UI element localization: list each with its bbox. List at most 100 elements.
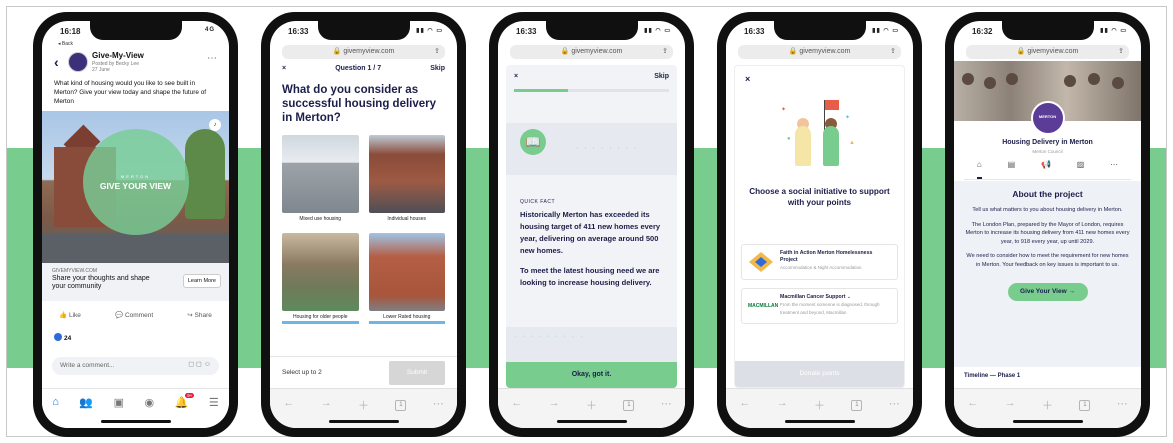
- forward-icon[interactable]: →: [774, 397, 790, 428]
- tabs-icon[interactable]: 1: [393, 397, 409, 428]
- status-time: 16:32: [972, 27, 993, 36]
- tab-announce-icon[interactable]: 📢: [1041, 160, 1051, 179]
- forward-icon[interactable]: →: [546, 397, 562, 428]
- tabs-icon[interactable]: 1: [849, 397, 865, 428]
- give-your-view-button[interactable]: Give Your View →: [1007, 283, 1088, 301]
- status-time: 16:33: [516, 27, 537, 36]
- more-icon[interactable]: ⋯: [1114, 397, 1130, 428]
- back-icon[interactable]: ←: [281, 397, 297, 428]
- question-header: × Question 1 / 7 Skip: [282, 65, 445, 72]
- chevron-down-icon[interactable]: ⌄: [847, 294, 851, 300]
- quick-fact-label: QUICK FACT: [520, 199, 556, 205]
- new-tab-icon[interactable]: ＋: [355, 397, 371, 428]
- new-tab-icon[interactable]: ＋: [811, 397, 827, 428]
- home-icon[interactable]: ⌂: [52, 396, 59, 428]
- ad-link-card[interactable]: GIVEMYVIEW.COM Share your thoughts and s…: [42, 263, 229, 301]
- tree-image: [185, 129, 225, 219]
- thumbs-up-icon: 👍: [59, 312, 69, 319]
- more-icon[interactable]: ⋯: [886, 397, 902, 428]
- phone-quick-fact: 16:33 ▮▮ ◠ ▭ 🔒 givemyview.com ⇪ × Skip · …: [489, 12, 694, 437]
- forward-icon[interactable]: →: [1002, 397, 1018, 428]
- like-button[interactable]: 👍 Like: [59, 311, 81, 319]
- page-name[interactable]: Give-My-View: [92, 51, 144, 60]
- submit-button[interactable]: Submit: [389, 361, 445, 385]
- friends-icon[interactable]: 👥: [79, 396, 93, 428]
- tabs-icon[interactable]: 1: [621, 397, 637, 428]
- back-to-app-link[interactable]: ◂ Back: [58, 41, 73, 47]
- status-time: 16:33: [288, 27, 309, 36]
- initiative-option-macmillan[interactable]: MACMILLAN Macmillan Cancer Support ⌄ Fro…: [741, 288, 898, 324]
- learn-more-button[interactable]: Learn More: [182, 274, 221, 288]
- org-description: Accommodation & Night Accommodation: [780, 265, 862, 270]
- celebration-illustration: ✦ ✦ ● ▲: [779, 96, 859, 176]
- page-avatar[interactable]: [68, 52, 88, 72]
- sound-icon[interactable]: ♪: [209, 119, 221, 131]
- share-label: Share: [194, 312, 212, 319]
- share-icon[interactable]: ⇪: [1118, 45, 1124, 59]
- timeline-heading: Timeline — Phase 1: [964, 373, 1021, 379]
- option-older-people[interactable]: Housing for older people: [282, 233, 359, 325]
- comment-input[interactable]: Write a comment... ◻◻☺: [52, 357, 219, 375]
- tab-more-icon[interactable]: ⋯: [1110, 160, 1118, 179]
- macmillan-logo-icon: MACMILLAN: [748, 303, 779, 309]
- url-text: givemyview.com: [799, 48, 851, 55]
- link-title: Share your thoughts and shape your commu…: [52, 275, 150, 290]
- comment-tools-icons[interactable]: ◻◻☺: [188, 360, 213, 368]
- groups-icon[interactable]: ◉: [145, 396, 155, 428]
- lock-icon: 🔒: [788, 48, 800, 55]
- okay-got-it-button[interactable]: Okay, got it.: [506, 362, 677, 388]
- new-tab-icon[interactable]: ＋: [583, 397, 599, 428]
- tab-gallery-icon[interactable]: ▨: [1077, 160, 1085, 179]
- notifications-icon[interactable]: 🔔 9+: [175, 393, 195, 428]
- skip-button[interactable]: Skip: [430, 65, 445, 72]
- comment-label: Comment: [124, 312, 154, 319]
- more-options-icon[interactable]: ⋯: [207, 53, 217, 64]
- share-button[interactable]: ↪ Share: [187, 311, 212, 319]
- close-icon[interactable]: ×: [514, 73, 518, 80]
- marketplace-icon[interactable]: ▣: [114, 396, 124, 428]
- menu-icon[interactable]: ☰: [209, 396, 219, 428]
- post-actions: 👍 Like 💬 Comment ↪ Share: [42, 311, 229, 319]
- phone-notch: [773, 21, 866, 40]
- more-icon[interactable]: ⋯: [658, 397, 674, 428]
- url-bar[interactable]: 🔒 givemyview.com ⇪: [282, 45, 445, 59]
- option-image: [282, 233, 359, 311]
- person-figure: [823, 126, 839, 166]
- phone-question: 16:33 ▮▮ ◠ ▭ 🔒 givemyview.com ⇪ × Questio…: [261, 12, 466, 437]
- ad-video[interactable]: MERTON GIVE YOUR VIEW ♪: [42, 111, 229, 263]
- comment-button[interactable]: 💬 Comment: [115, 311, 153, 319]
- share-icon[interactable]: ⇪: [662, 45, 668, 59]
- tab-home-icon[interactable]: ⌂: [976, 160, 982, 179]
- comment-icon: 💬: [115, 312, 125, 319]
- url-bar[interactable]: 🔒 givemyview.com ⇪: [510, 45, 673, 59]
- back-icon[interactable]: ←: [509, 397, 525, 428]
- reaction-count[interactable]: 24: [54, 333, 71, 342]
- back-icon[interactable]: ←: [965, 397, 981, 428]
- tabs-icon[interactable]: 1: [1077, 397, 1093, 428]
- new-tab-icon[interactable]: ＋: [1039, 397, 1055, 428]
- back-icon[interactable]: ←: [737, 397, 753, 428]
- close-icon[interactable]: ×: [282, 65, 286, 72]
- phone-screen: 16:32 ▮▮ ◠ ▭ 🔒 givemyview.com ⇪ MERTON Ho…: [954, 21, 1141, 428]
- share-icon[interactable]: ⇪: [434, 45, 440, 59]
- url-bar[interactable]: 🔒 givemyview.com ⇪: [738, 45, 901, 59]
- donate-points-button[interactable]: Donate points: [735, 361, 904, 387]
- fact-paragraph-2: To meet the latest housing need we are l…: [520, 266, 660, 287]
- dots-decoration: · · · · · · · ·: [576, 145, 639, 152]
- skip-button[interactable]: Skip: [654, 73, 669, 80]
- option-image: [368, 135, 445, 213]
- forward-icon[interactable]: →: [318, 397, 334, 428]
- share-icon[interactable]: ⇪: [890, 45, 896, 59]
- url-bar[interactable]: 🔒 givemyview.com ⇪: [966, 45, 1129, 59]
- option-individual-houses[interactable]: Individual houses: [368, 135, 445, 227]
- initiative-option-faith-in-action[interactable]: Faith in Action Merton Homelessness Proj…: [741, 244, 898, 280]
- option-lower-rated[interactable]: Lower Rated housing: [368, 233, 445, 325]
- back-arrow-icon[interactable]: ‹: [54, 54, 59, 70]
- about-paragraph-1: Tell us what matters to you about housin…: [972, 207, 1123, 213]
- more-icon[interactable]: ⋯: [430, 397, 446, 428]
- option-mixed-use[interactable]: Mixed use housing: [282, 135, 359, 227]
- close-icon[interactable]: ×: [745, 74, 750, 84]
- tab-survey-icon[interactable]: ▤: [1008, 160, 1016, 179]
- share-icon: ↪: [187, 312, 195, 319]
- phone-notch: [317, 21, 410, 40]
